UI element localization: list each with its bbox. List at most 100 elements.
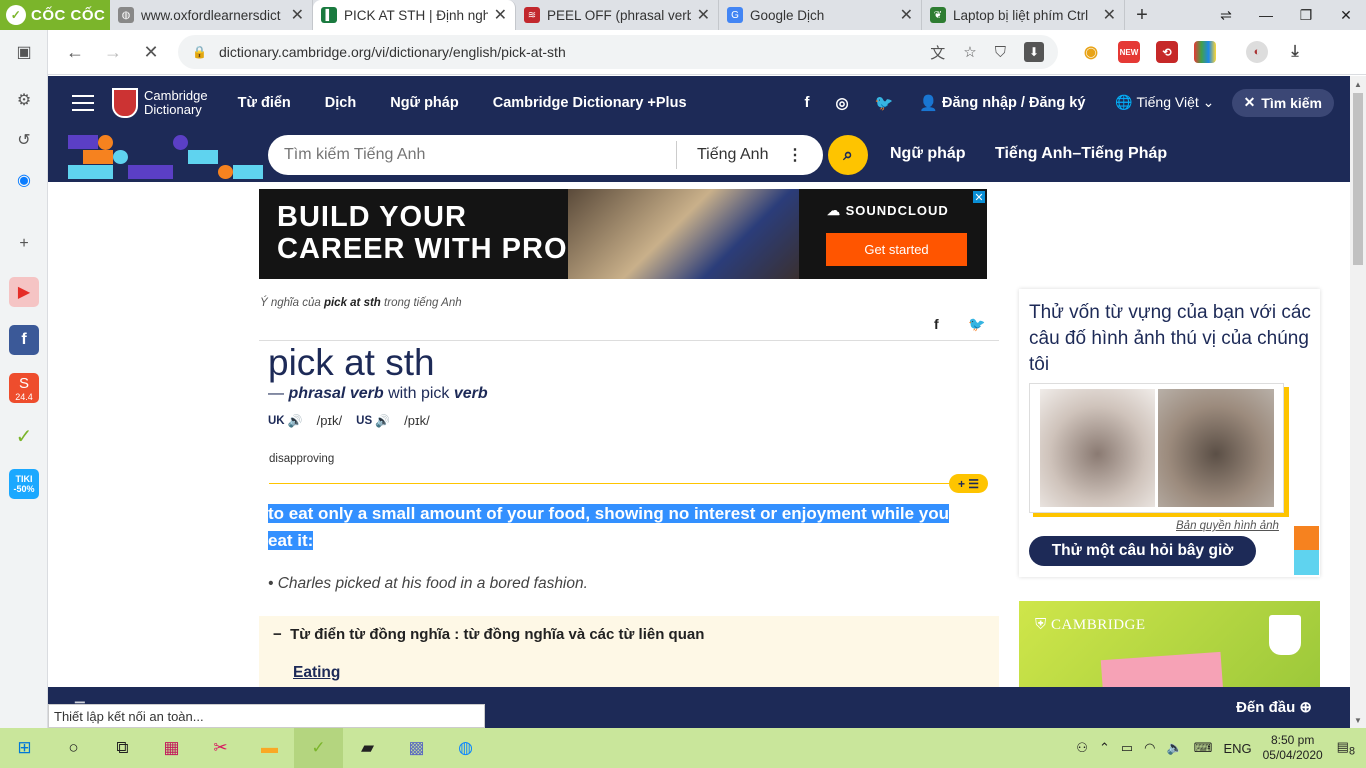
ad-cta-button[interactable]: Get started — [826, 233, 967, 266]
ad-close-icon[interactable]: ✕ — [973, 191, 985, 204]
start-icon[interactable]: ⊞ — [0, 728, 49, 768]
sidebar-toggle-icon[interactable]: ▣ — [9, 37, 39, 67]
coccoc-taskbar-icon[interactable]: ✓ — [294, 728, 343, 768]
shopee-icon[interactable]: S 24.4 — [9, 373, 39, 403]
more-options-icon[interactable]: ⋮ — [787, 145, 803, 165]
restore-icon[interactable]: ❐ — [1286, 0, 1326, 30]
translate-page-icon[interactable]: 文 — [930, 42, 945, 63]
shield-icon[interactable]: ⛉ — [995, 44, 1006, 61]
seal-image[interactable] — [1158, 389, 1274, 507]
tab-pick-at-sth[interactable]: ▌ PICK AT STH | Định nghĩ ✕ — [313, 0, 516, 30]
ad-banner[interactable]: BUILD YOUR CAREER WITH PRO ☁ SOUNDCLOUD … — [259, 189, 987, 279]
coccoc-menu-button[interactable]: ✓ CỐC CỐC — [0, 0, 110, 30]
close-icon[interactable]: ✕ — [1103, 5, 1116, 25]
tab-laptop[interactable]: ❦ Laptop bị liệt phím Ctrl ✕ — [922, 0, 1125, 30]
twitter-icon[interactable]: 🐦 — [875, 94, 894, 112]
scroll-down-arrow[interactable]: ▼ — [1350, 712, 1366, 728]
settings-icon[interactable]: ⚙ — [9, 85, 39, 115]
history-icon[interactable]: ↺ — [9, 125, 39, 155]
back-button[interactable]: ← — [58, 35, 92, 69]
link-english-french[interactable]: Tiếng Anh–Tiếng Pháp — [995, 145, 1167, 163]
instagram-icon[interactable]: ◎ — [836, 94, 849, 112]
us-speaker-icon[interactable]: 🔊 — [375, 414, 390, 428]
language-indicator[interactable]: ENG — [1223, 741, 1251, 756]
youtube-icon[interactable]: ▶ — [9, 277, 39, 307]
new-tab-button[interactable]: + — [1125, 0, 1159, 30]
close-window-icon[interactable]: ✕ — [1326, 0, 1366, 30]
facebook-icon[interactable]: f — [805, 94, 810, 112]
chrome-extension-icon[interactable]: ◉ — [1080, 41, 1102, 63]
hippo-image[interactable] — [1040, 389, 1155, 507]
clock[interactable]: 8:50 pm 05/04/2020 — [1263, 733, 1323, 763]
battery-icon[interactable]: ▭ — [1121, 740, 1133, 756]
volume-icon[interactable]: 🔈 — [1166, 740, 1182, 756]
share-twitter-icon[interactable]: 🐦 — [968, 316, 985, 333]
close-icon[interactable]: ✕ — [697, 5, 710, 25]
task-view-icon[interactable]: ⧉ — [98, 728, 147, 768]
recorder-extension-icon[interactable]: ⟲ — [1156, 41, 1178, 63]
profile-avatar[interactable]: ◐ — [1246, 41, 1268, 63]
downloads-shelf-icon[interactable]: ⤓ — [1284, 41, 1306, 63]
nav-translate[interactable]: Dịch — [325, 95, 356, 111]
facebook-icon[interactable]: f — [9, 325, 39, 355]
page-scrollbar[interactable]: ▲ ▼ — [1350, 76, 1366, 728]
scroll-up-arrow[interactable]: ▲ — [1350, 76, 1366, 92]
quiz-images[interactable] — [1029, 383, 1284, 513]
menu-icon[interactable] — [72, 90, 94, 116]
file-explorer-icon[interactable]: ▬ — [245, 728, 294, 768]
new-extension-icon[interactable]: NEW — [1118, 41, 1140, 63]
tab-google-translate[interactable]: G Google Dịch ✕ — [719, 0, 922, 30]
messenger-icon[interactable]: ◉ — [9, 165, 39, 195]
nav-grammar[interactable]: Ngữ pháp — [390, 95, 459, 111]
add-to-wordlist-button[interactable]: + ☰ — [949, 474, 988, 493]
search-input[interactable] — [268, 137, 676, 173]
bookmark-star-icon[interactable]: ☆ — [963, 43, 976, 61]
lock-icon[interactable]: 🔒 — [192, 45, 207, 59]
zalo-icon[interactable]: ◍ — [441, 728, 490, 768]
search-circle-icon[interactable]: ○ — [49, 728, 98, 768]
color-extension-icon[interactable] — [1194, 41, 1216, 63]
scroll-thumb[interactable] — [1353, 93, 1363, 265]
tab-oxford[interactable]: ◍ www.oxfordlearnersdict ✕ — [110, 0, 313, 30]
tab-peel-off[interactable]: ≋ PEEL OFF (phrasal verb) ✕ — [516, 0, 719, 30]
close-icon[interactable]: ✕ — [494, 5, 507, 25]
download-icon[interactable]: ⬇ — [1024, 42, 1044, 62]
share-facebook-icon[interactable]: f — [934, 316, 939, 332]
try-quiz-button[interactable]: Thử một câu hỏi bây giờ — [1029, 536, 1256, 566]
minimize-icon[interactable]: — — [1246, 0, 1286, 30]
thesaurus-toggle[interactable]: − Từ điển từ đồng nghĩa : từ đồng nghĩa … — [273, 626, 704, 643]
nav-dictionary[interactable]: Từ điển — [238, 95, 291, 111]
search-button[interactable]: ⌕ — [828, 135, 868, 175]
link-grammar[interactable]: Ngữ pháp — [890, 145, 966, 163]
cambridge-exam-ad[interactable]: ⛨ CAMBRIDGE — [1019, 601, 1320, 691]
people-icon[interactable]: ⚇ — [1076, 740, 1088, 756]
search-toggle-button[interactable]: ✕ Tìm kiếm — [1231, 88, 1334, 117]
chevron-up-icon[interactable]: ⌃ — [1099, 740, 1110, 756]
language-selector[interactable]: 🌐 Tiếng Việt ⌄ — [1115, 94, 1214, 111]
close-icon[interactable]: ✕ — [291, 5, 304, 25]
tab-search-icon[interactable]: ⇌ — [1206, 0, 1246, 30]
address-bar[interactable]: 🔒 dictionary.cambridge.org/vi/dictionary… — [178, 35, 1058, 69]
stop-button[interactable]: ✕ — [134, 35, 168, 69]
close-icon[interactable]: ✕ — [900, 5, 913, 25]
login-link[interactable]: Đăng nhập / Đăng ký — [942, 95, 1085, 111]
image-credit-link[interactable]: Bản quyền hình ảnh — [1176, 520, 1279, 532]
sticky-notes-icon[interactable]: ▰ — [343, 728, 392, 768]
uk-speaker-icon[interactable]: 🔊 — [288, 414, 303, 428]
url-text[interactable]: dictionary.cambridge.org/vi/dictionary/e… — [219, 44, 912, 60]
back-to-top-link[interactable]: Đến đầu ⊕ — [1236, 698, 1312, 716]
notification-icon[interactable]: ▤8 — [1337, 739, 1355, 758]
thesaurus-link-eating[interactable]: Eating — [293, 664, 340, 682]
coccoc-leaf-icon[interactable]: ✓ — [9, 421, 39, 451]
nav-plus[interactable]: Cambridge Dictionary +Plus — [493, 95, 687, 111]
photo-app-icon[interactable]: ▩ — [392, 728, 441, 768]
snipping-tool-icon[interactable]: ✂ — [196, 728, 245, 768]
wifi-icon[interactable]: ◠ — [1144, 740, 1155, 756]
search-language-dropdown[interactable]: Tiếng Anh — [677, 146, 787, 164]
keyboard-icon[interactable]: ⌨ — [1194, 740, 1213, 756]
definition[interactable]: to eat only a small amount of your food,… — [268, 500, 958, 554]
add-shortcut-icon[interactable]: + — [9, 229, 39, 259]
tiki-icon[interactable]: TIKI -50% — [9, 469, 39, 499]
forward-button[interactable]: → — [96, 35, 130, 69]
cambridge-logo[interactable]: Cambridge Dictionary — [112, 87, 208, 118]
